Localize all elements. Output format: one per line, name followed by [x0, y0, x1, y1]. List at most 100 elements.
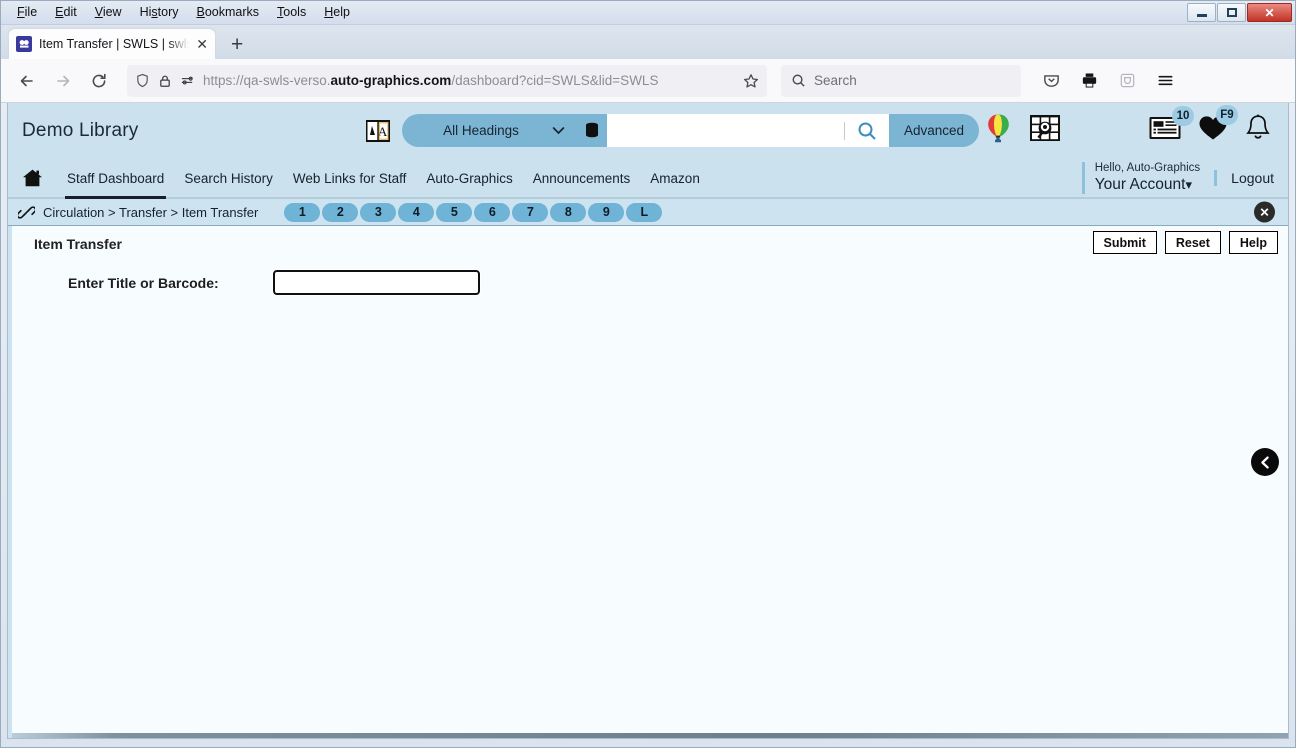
forward-button[interactable] [47, 65, 79, 97]
browser-search-bar[interactable]: Search [781, 64, 1021, 97]
menu-history[interactable]: History [132, 3, 187, 23]
chevron-left-icon [1260, 455, 1269, 469]
my-lists-button[interactable]: 10 [1148, 106, 1194, 142]
barcode-field-label: Enter Title or Barcode: [68, 274, 219, 291]
page-pill[interactable]: 1 [284, 202, 321, 222]
link-chain-icon[interactable] [18, 204, 35, 221]
global-search-button[interactable] [845, 114, 889, 147]
breadcrumb: Circulation > Transfer > Item Transfer [43, 204, 259, 220]
back-button[interactable] [11, 65, 43, 97]
nav-auto-graphics[interactable]: Auto-Graphics [416, 159, 522, 197]
favicon-icon [16, 36, 32, 52]
menu-bookmarks[interactable]: Bookmarks [189, 3, 268, 23]
maximize-icon [1226, 8, 1237, 17]
chevron-down-icon: ▾ [1185, 176, 1193, 192]
page-title: Item Transfer [34, 235, 122, 252]
reader-mode-icon[interactable] [1111, 65, 1143, 97]
page-pill[interactable]: 3 [360, 202, 397, 222]
nav-links: Staff Dashboard Search History Web Links… [57, 159, 710, 199]
minimize-button[interactable] [1187, 3, 1216, 22]
account-area: Hello, Auto-Graphics Your Account▾ Logou… [1081, 159, 1274, 197]
page-pill[interactable]: 5 [436, 202, 473, 222]
help-button[interactable]: Help [1228, 231, 1278, 254]
nav-search-history[interactable]: Search History [174, 159, 283, 197]
close-window-button[interactable]: ✕ [1247, 3, 1292, 22]
page-pill[interactable]: L [626, 202, 663, 222]
page-pills: 1 2 3 4 5 6 7 8 9 L [284, 202, 663, 222]
window-controls: ✕ [1187, 3, 1292, 22]
page-pill[interactable]: 4 [398, 202, 435, 222]
page-pill[interactable]: 7 [512, 202, 549, 222]
bell-icon [1246, 114, 1270, 139]
search-scope-value: All Headings [443, 123, 519, 138]
page-pill[interactable]: 8 [550, 202, 587, 222]
global-search-input[interactable] [607, 114, 845, 147]
favorites-button[interactable]: F9 [1198, 105, 1238, 142]
title-or-barcode-input[interactable] [272, 269, 481, 296]
header-icon-group: 10 F9 [984, 105, 1272, 143]
form-row: Enter Title or Barcode: [12, 261, 1288, 296]
menu-help[interactable]: Help [316, 3, 358, 23]
tab-strip: Item Transfer | SWLS | swls | Aut ✕ + [1, 25, 1295, 59]
search-scope-select[interactable]: All Headings [402, 114, 577, 147]
nav-announcements[interactable]: Announcements [523, 159, 641, 197]
browser-toolbar: https://qa-swls-verso.auto-graphics.com/… [1, 59, 1295, 103]
page-pill[interactable]: 9 [588, 202, 625, 222]
web-page: Demo Library A All Headings Advanced 10 … [7, 103, 1289, 739]
minimize-icon [1196, 14, 1207, 17]
url-bar[interactable]: https://qa-swls-verso.auto-graphics.com/… [127, 64, 767, 97]
notifications-button[interactable] [1244, 113, 1272, 143]
chevron-down-icon [552, 124, 565, 138]
browser-search-placeholder: Search [814, 73, 857, 88]
home-icon[interactable] [22, 168, 43, 188]
lock-icon [158, 74, 172, 88]
page-pill[interactable]: 6 [474, 202, 511, 222]
catalog-search-icon[interactable] [1028, 113, 1062, 143]
app-menu-icon[interactable] [1149, 65, 1181, 97]
content-panel: Item Transfer Submit Reset Help Enter Ti… [8, 226, 1288, 738]
advanced-search-button[interactable]: Advanced [889, 114, 980, 147]
tab-close-icon[interactable]: ✕ [196, 37, 208, 51]
balloon-icon[interactable] [984, 113, 1012, 143]
sidebar-collapse-toggle[interactable] [1251, 448, 1279, 476]
app-header: Demo Library A All Headings Advanced 10 … [8, 103, 1288, 159]
logout-link[interactable]: Logout [1214, 170, 1274, 186]
save-to-pocket-icon[interactable] [1035, 65, 1067, 97]
search-icon [858, 122, 876, 140]
account-greeting: Hello, Auto-Graphics [1094, 162, 1201, 175]
database-select-button[interactable] [577, 114, 607, 147]
menu-edit[interactable]: Edit [47, 3, 85, 23]
reload-button[interactable] [83, 65, 115, 97]
toolbar-icons [1035, 65, 1181, 97]
book-language-icon[interactable]: A [364, 117, 392, 145]
close-icon[interactable]: ✕ [1254, 201, 1275, 223]
breadcrumb-bar: Circulation > Transfer > Item Transfer 1… [8, 199, 1288, 226]
form-actions: Submit Reset Help [1092, 231, 1278, 254]
nav-staff-dashboard[interactable]: Staff Dashboard [57, 159, 174, 199]
menu-tools[interactable]: Tools [269, 3, 314, 23]
new-tab-button[interactable]: + [231, 34, 243, 55]
window-status-line [12, 733, 1288, 738]
browser-tab[interactable]: Item Transfer | SWLS | swls | Aut ✕ [9, 29, 215, 59]
print-icon[interactable] [1073, 65, 1105, 97]
nav-web-links-for-staff[interactable]: Web Links for Staff [283, 159, 417, 197]
library-name: Demo Library [22, 120, 139, 141]
submit-button[interactable]: Submit [1092, 231, 1157, 254]
reset-button[interactable]: Reset [1164, 231, 1221, 254]
maximize-button[interactable] [1217, 3, 1246, 22]
bookmark-star-icon[interactable] [743, 73, 759, 89]
app-navigation: Staff Dashboard Search History Web Links… [8, 159, 1288, 199]
nav-amazon[interactable]: Amazon [640, 159, 710, 197]
global-search-group: A All Headings Advanced [364, 114, 980, 147]
account-name: Your Account▾ [1094, 175, 1193, 193]
window-titlebar: FFileile Edit View History Bookmarks Too… [1, 1, 1295, 25]
menu-view[interactable]: View [87, 3, 130, 23]
page-pill[interactable]: 2 [322, 202, 359, 222]
url-text: https://qa-swls-verso.auto-graphics.com/… [203, 73, 659, 88]
your-account-menu[interactable]: Hello, Auto-Graphics Your Account▾ [1081, 162, 1214, 194]
menu-file[interactable]: FFileile [9, 3, 45, 23]
browser-window: FFileile Edit View History Bookmarks Too… [0, 0, 1296, 748]
shield-icon [135, 73, 150, 88]
list-count-badge: 10 [1172, 106, 1194, 126]
database-icon [586, 122, 598, 137]
